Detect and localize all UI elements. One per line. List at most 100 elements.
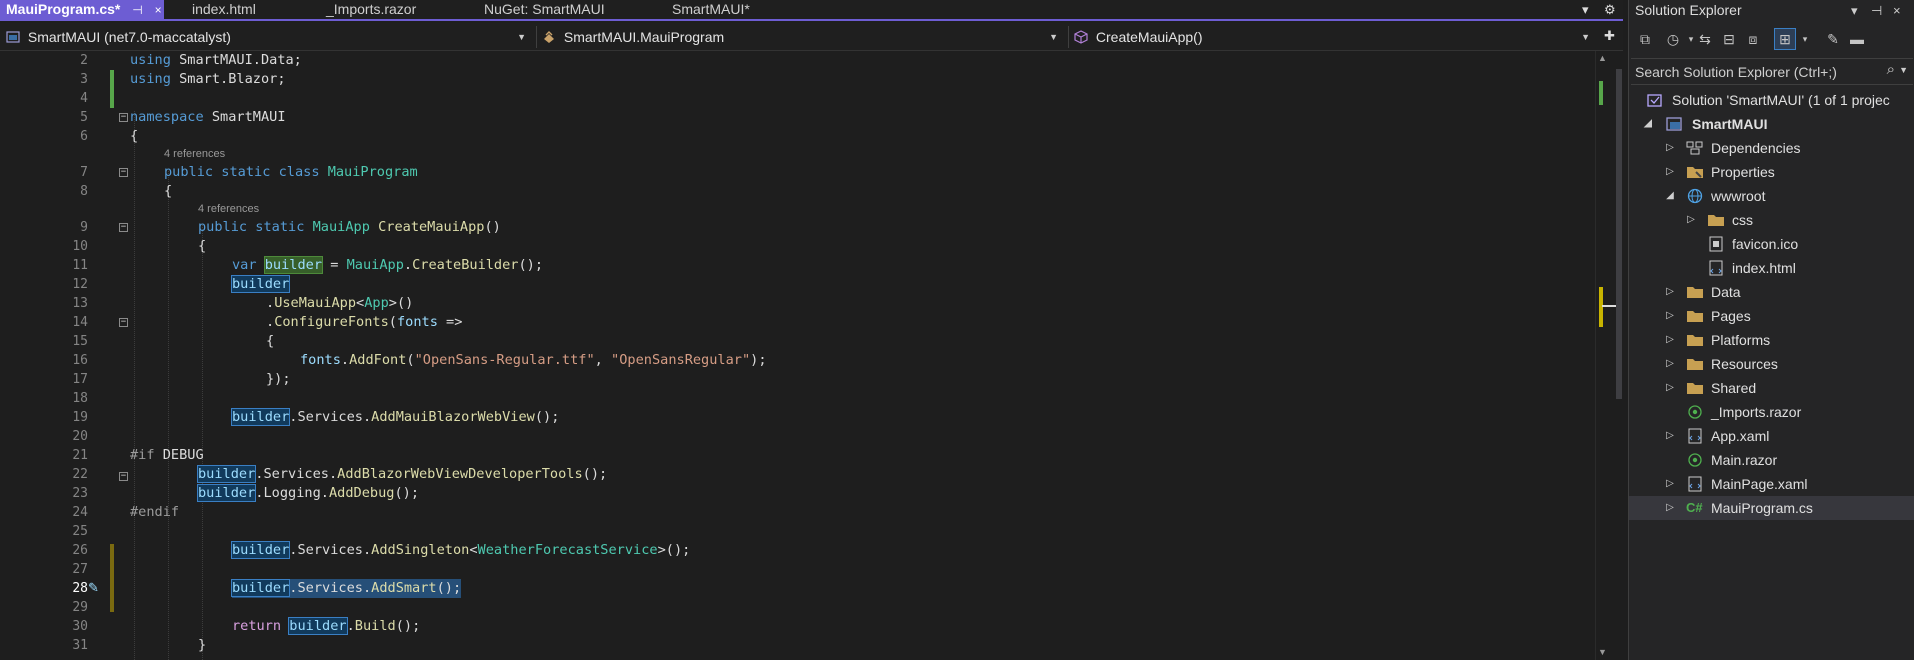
search-icon[interactable]: ⌕ [1887,61,1895,78]
tab-overflow-icon[interactable]: ▾ [1582,0,1589,19]
csharp-project-icon [6,31,20,43]
tree-node-favicon[interactable]: favicon.ico [1629,232,1914,256]
code-line: 6 { [0,127,1595,146]
change-map-marker [1599,287,1603,327]
member-dropdown[interactable]: CreateMauiApp() ▼ [1074,26,1594,48]
tree-node-project[interactable]: ◢ SmartMAUI [1629,112,1914,136]
code-line: 11 var builder = MauiApp.CreateBuilder()… [0,256,1595,275]
close-icon[interactable]: × [1893,0,1901,21]
code-line: 22 builder.Services.AddBlazorWebViewDeve… [0,465,1595,484]
panel-title-text: Solution Explorer [1635,2,1742,18]
sync-icon[interactable]: ⇆ [1695,29,1715,49]
tree-node-shared[interactable]: ▷ Shared [1629,376,1914,400]
scrollbar-thumb[interactable] [1616,69,1622,399]
history-icon[interactable]: ◷ [1663,29,1683,49]
collapsed-arrow-icon[interactable]: ▷ [1685,208,1697,232]
collapsed-arrow-icon[interactable]: ▷ [1664,280,1676,304]
tree-node-data[interactable]: ▷ Data [1629,280,1914,304]
member-dropdown-label: CreateMauiApp() [1095,29,1203,45]
tab-nuget-smartmaui[interactable]: NuGet: SmartMAUI [484,0,634,19]
collapsed-arrow-icon[interactable]: ▷ [1664,496,1676,520]
pin-icon[interactable]: ⊣ [1871,0,1882,21]
code-line: 18 [0,389,1595,408]
collapsed-arrow-icon[interactable]: ▷ [1664,136,1676,160]
close-icon[interactable]: × [155,1,162,20]
line-number: 18 [72,391,88,406]
line-number: 27 [72,562,88,577]
expanded-arrow-icon[interactable]: ◢ [1642,112,1654,136]
collapsed-arrow-icon[interactable]: ▷ [1664,328,1676,352]
split-editor-icon[interactable]: ✚ [1604,26,1615,45]
code-text: builder.Services.AddMauiBlazorWebView(); [230,408,560,426]
code-editor[interactable]: MauiProgram.cs* ⊣ × index.html _Imports.… [0,0,1623,660]
tree-node-dependencies[interactable]: ▷ Dependencies [1629,136,1914,160]
tree-node-label: App.xaml [1711,428,1770,444]
code-text: builder [230,275,291,293]
preview-icon[interactable]: ▬ [1847,29,1867,49]
quick-actions-brush-icon[interactable]: ✎ [88,580,99,596]
filter-icon[interactable]: ⊞ [1774,28,1796,50]
tree-node-main-razor[interactable]: Main.razor [1629,448,1914,472]
line-number: 12 [72,277,88,292]
tab-index-html[interactable]: index.html [192,0,312,19]
tree-node-wwwroot[interactable]: ◢ wwwroot [1629,184,1914,208]
code-line: 29 [0,598,1595,617]
code-text: builder.Logging.AddDebug(); [196,484,420,502]
vertical-scrollbar[interactable]: ▲ ▼ [1595,51,1623,660]
tab-smartmaui[interactable]: SmartMAUI* [672,0,792,19]
scroll-up-icon[interactable]: ▲ [1598,53,1607,63]
tree-node-properties[interactable]: ▷ Properties [1629,160,1914,184]
references-codelens[interactable]: 4 references [198,202,259,216]
type-dropdown[interactable]: SmartMAUI.MauiProgram ▼ [542,26,1062,48]
code-text: using SmartMAUI.Data; [130,52,302,68]
xaml-file-icon [1688,476,1702,492]
code-line: 8 { [0,182,1595,201]
code-text-area[interactable]: 4 references 4 references − − − − − 2 us… [0,51,1595,660]
settings-gear-icon[interactable]: ⚙ [1604,0,1616,19]
line-number: 4 [80,91,88,106]
collapsed-arrow-icon[interactable]: ▷ [1664,376,1676,400]
tab-mauiprogram-cs[interactable]: MauiProgram.cs* ⊣ × [0,0,164,19]
solution-explorer-panel: Solution Explorer ▾ ⊣ × ⧉ ◷ ▾ ⇆ ⊟ ⧈ ⊞ ▾ … [1628,0,1914,660]
properties-wrench-icon[interactable]: ✎ [1823,29,1843,49]
line-number: 21 [72,448,88,463]
collapsed-arrow-icon[interactable]: ▷ [1664,304,1676,328]
collapsed-arrow-icon[interactable]: ▷ [1664,160,1676,184]
chevron-down-icon[interactable]: ▾ [1795,29,1815,49]
collapsed-arrow-icon[interactable]: ▷ [1664,352,1676,376]
tree-node-index-html[interactable]: index.html [1629,256,1914,280]
pin-icon[interactable]: ⊣ [132,1,142,20]
search-input[interactable] [1635,62,1865,82]
collapse-all-icon[interactable]: ⊟ [1719,29,1739,49]
line-number: 2 [80,53,88,68]
references-codelens[interactable]: 4 references [164,147,225,161]
tab-imports-razor[interactable]: _Imports.razor [326,0,456,19]
project-dropdown[interactable]: SmartMAUI (net7.0-maccatalyst) ▼ [6,26,530,48]
tree-node-app-xaml[interactable]: ▷ App.xaml [1629,424,1914,448]
line-number: 25 [72,524,88,539]
tree-node-solution[interactable]: Solution 'SmartMAUI' (1 of 1 projec [1629,88,1914,112]
tree-node-css[interactable]: ▷ css [1629,208,1914,232]
show-all-files-icon[interactable]: ⧈ [1743,29,1763,49]
line-number: 9 [80,220,88,235]
folder-icon [1687,359,1703,370]
tree-node-mauiprogram-cs[interactable]: ▷ C# MauiProgram.cs [1629,496,1914,520]
line-number: 6 [80,129,88,144]
tree-node-resources[interactable]: ▷ Resources [1629,352,1914,376]
tree-node-label: Shared [1711,380,1757,396]
tree-node-label: wwwroot [1711,188,1766,204]
tree-node-mainpage-xaml[interactable]: ▷ MainPage.xaml [1629,472,1914,496]
tree-node-platforms[interactable]: ▷ Platforms [1629,328,1914,352]
collapsed-arrow-icon[interactable]: ▷ [1664,472,1676,496]
scroll-down-icon[interactable]: ▼ [1598,647,1607,657]
line-number: 29 [72,600,88,615]
tree-node-imports-razor[interactable]: _Imports.razor [1629,400,1914,424]
tree-node-label: Resources [1711,356,1778,372]
expanded-arrow-icon[interactable]: ◢ [1664,184,1676,208]
tree-node-pages[interactable]: ▷ Pages [1629,304,1914,328]
chevron-down-icon[interactable]: ▼ [1899,65,1908,75]
panel-options-icon[interactable]: ▾ [1851,0,1858,21]
switch-views-icon[interactable]: ⧉ [1635,29,1655,49]
tab-label: MauiProgram.cs* [6,1,121,17]
collapsed-arrow-icon[interactable]: ▷ [1664,424,1676,448]
